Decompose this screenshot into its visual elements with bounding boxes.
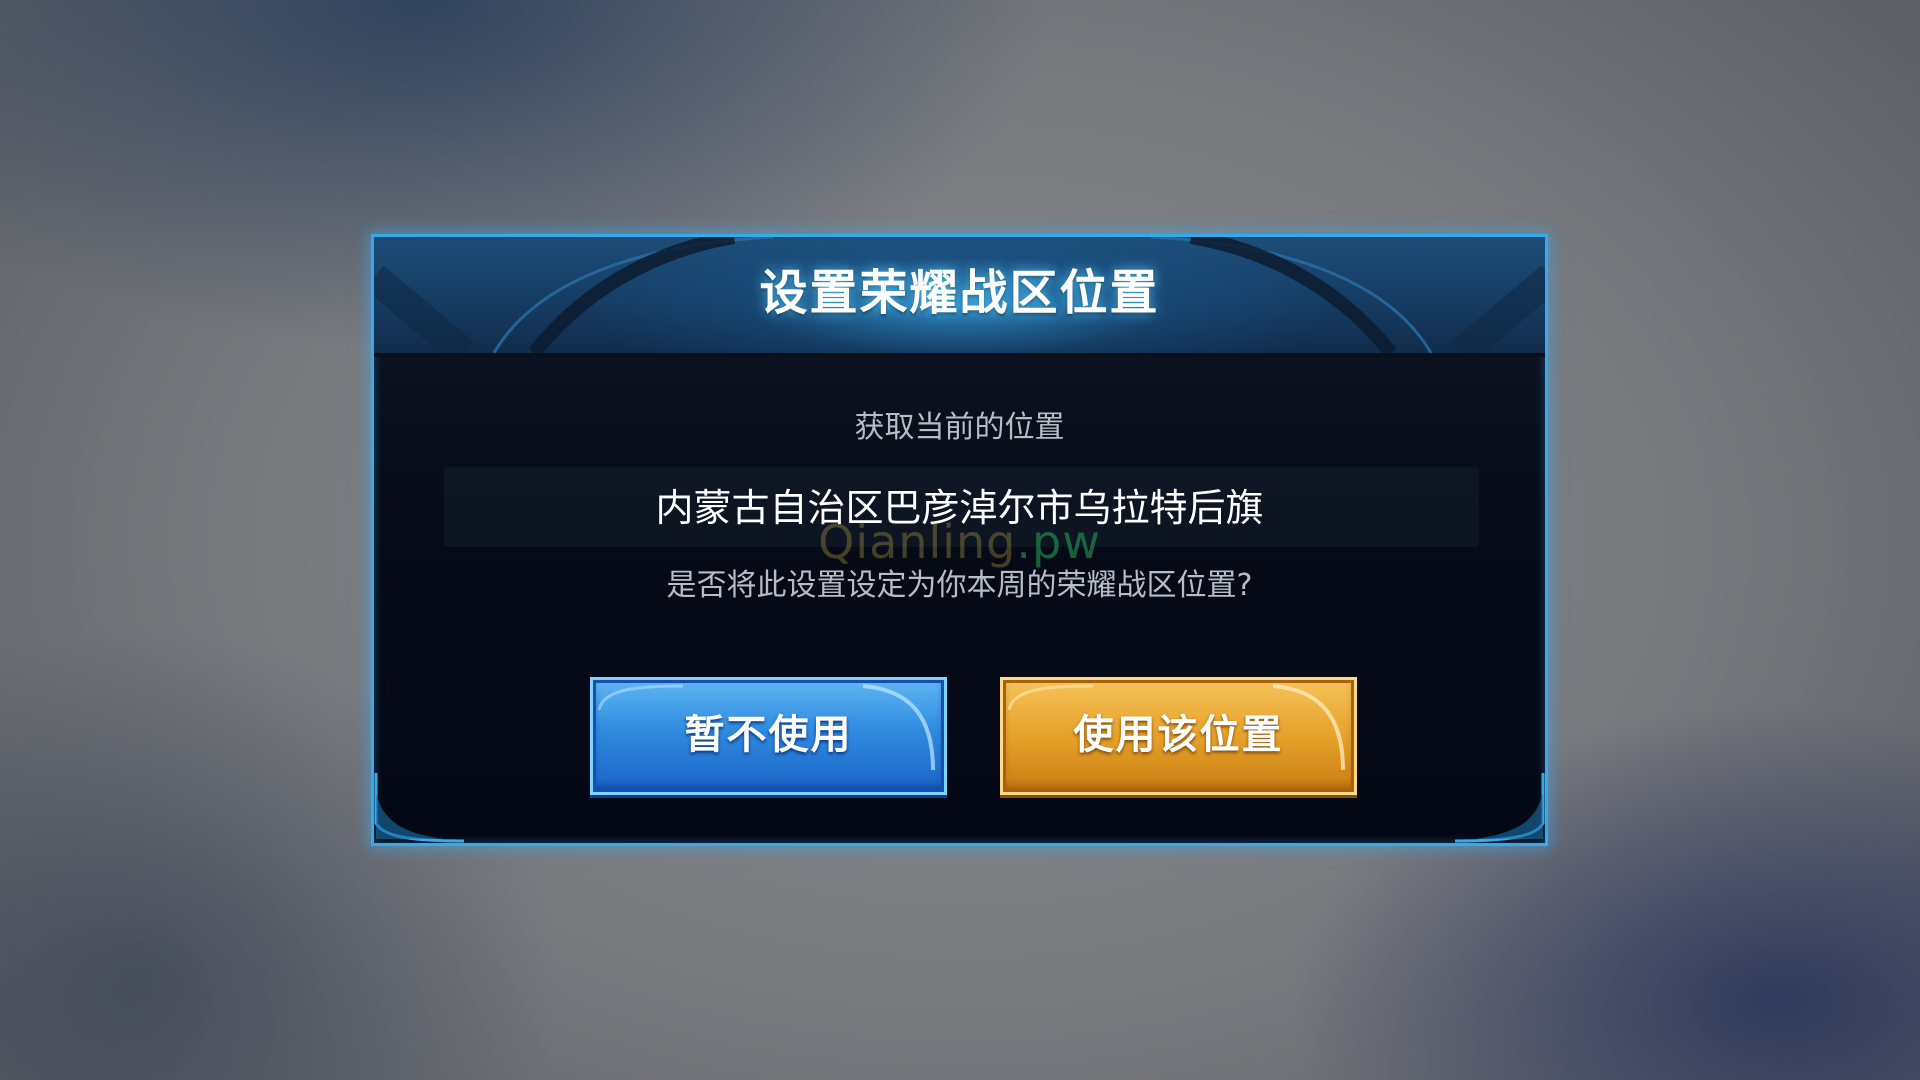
current-location-caption: 获取当前的位置: [854, 410, 1065, 445]
blurred-game-background: 设置荣耀战区位置 获取当前的位置 内蒙古自治区巴彦淖尔市乌拉特后旗 Qianli…: [0, 0, 1920, 1080]
dialog-header: 设置荣耀战区位置: [374, 237, 1545, 357]
use-location-button[interactable]: 使用该位置: [1000, 677, 1357, 795]
confirmation-question: 是否将此设置设定为你本周的荣耀战区位置?: [666, 568, 1253, 603]
corner-ornament-right: [1454, 773, 1545, 843]
decline-button-label: 暂不使用: [684, 712, 853, 758]
use-location-button-label: 使用该位置: [1073, 712, 1284, 758]
decline-button[interactable]: 暂不使用: [590, 677, 947, 795]
location-text: 内蒙古自治区巴彦淖尔市乌拉特后旗: [655, 486, 1264, 530]
location-dialog: 设置荣耀战区位置 获取当前的位置 内蒙古自治区巴彦淖尔市乌拉特后旗 Qianli…: [371, 234, 1548, 846]
dialog-title: 设置荣耀战区位置: [759, 265, 1160, 321]
corner-ornament-left: [374, 773, 465, 843]
